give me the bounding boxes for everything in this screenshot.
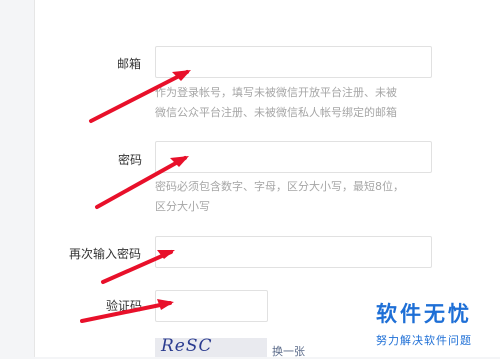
captcha-field[interactable] <box>155 290 268 322</box>
password-label: 密码 <box>118 153 143 167</box>
email-hint-line1: 作为登录帐号，填写未被微信开放平台注册、未被 <box>155 86 397 99</box>
password-field[interactable] <box>155 141 432 173</box>
captcha-image[interactable]: ReSC <box>155 338 267 357</box>
watermark-title: 软件无忧 <box>376 302 472 326</box>
watermark: 软件无忧 努力解决软件问题 <box>376 298 496 348</box>
email-label: 邮箱 <box>117 57 142 71</box>
password-hint-line1: 密码必须包含数字、字母，区分大小写，最短8位， <box>155 180 404 193</box>
watermark-subtitle: 努力解决软件问题 <box>376 334 472 347</box>
captcha-label: 验证码 <box>106 299 143 313</box>
captcha-image-text: ReSC <box>161 338 213 356</box>
password-hint-line2: 区分大小写 <box>155 200 210 213</box>
confirm-password-label: 再次输入密码 <box>69 247 142 261</box>
confirm-password-field[interactable] <box>155 236 432 268</box>
email-hint-line2: 微信公众平台注册、未被微信私人帐号绑定的邮箱 <box>155 106 397 119</box>
email-field[interactable] <box>155 46 432 78</box>
